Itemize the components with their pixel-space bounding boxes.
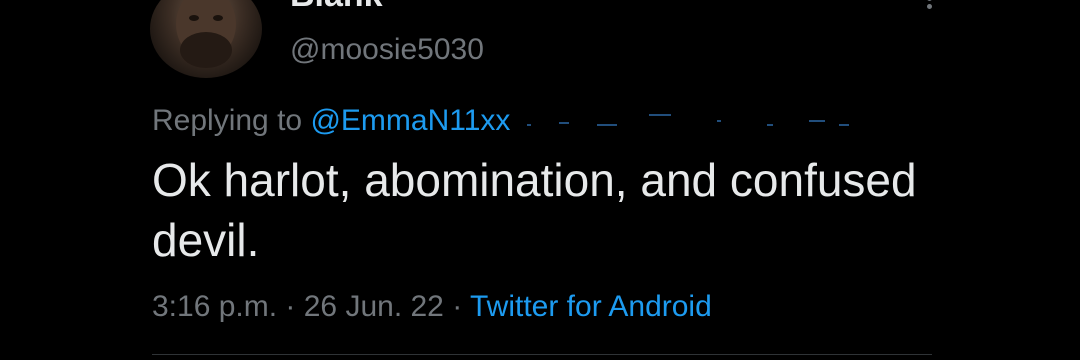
- divider: [152, 354, 932, 355]
- tweet-time[interactable]: 3:16 p.m.: [152, 290, 277, 323]
- more-vertical-icon[interactable]: [922, 0, 938, 16]
- avatar-photo: [176, 0, 236, 68]
- replying-to-mention[interactable]: @EmmaN11xx: [310, 104, 510, 137]
- tweet-metadata: 3:16 p.m. · 26 Jun. 22 · Twitter for And…: [152, 289, 712, 325]
- replying-to-label: Replying to: [152, 104, 311, 137]
- redacted-mentions: [519, 112, 869, 132]
- meta-separator: ·: [443, 290, 470, 323]
- user-handle[interactable]: @moosie5030: [290, 32, 484, 68]
- meta-separator: ·: [277, 290, 304, 323]
- tweet-source[interactable]: Twitter for Android: [470, 290, 712, 323]
- display-name[interactable]: Blank: [290, 0, 383, 12]
- tweet-date[interactable]: 26 Jun. 22: [304, 290, 444, 323]
- tweet-text: Ok harlot, abomination, and confused dev…: [152, 154, 917, 266]
- avatar[interactable]: [150, 0, 262, 78]
- replying-to-line: Replying to @EmmaN11xx: [152, 103, 869, 139]
- tweet: Blank @moosie5030 Replying to @EmmaN11xx…: [0, 0, 1080, 360]
